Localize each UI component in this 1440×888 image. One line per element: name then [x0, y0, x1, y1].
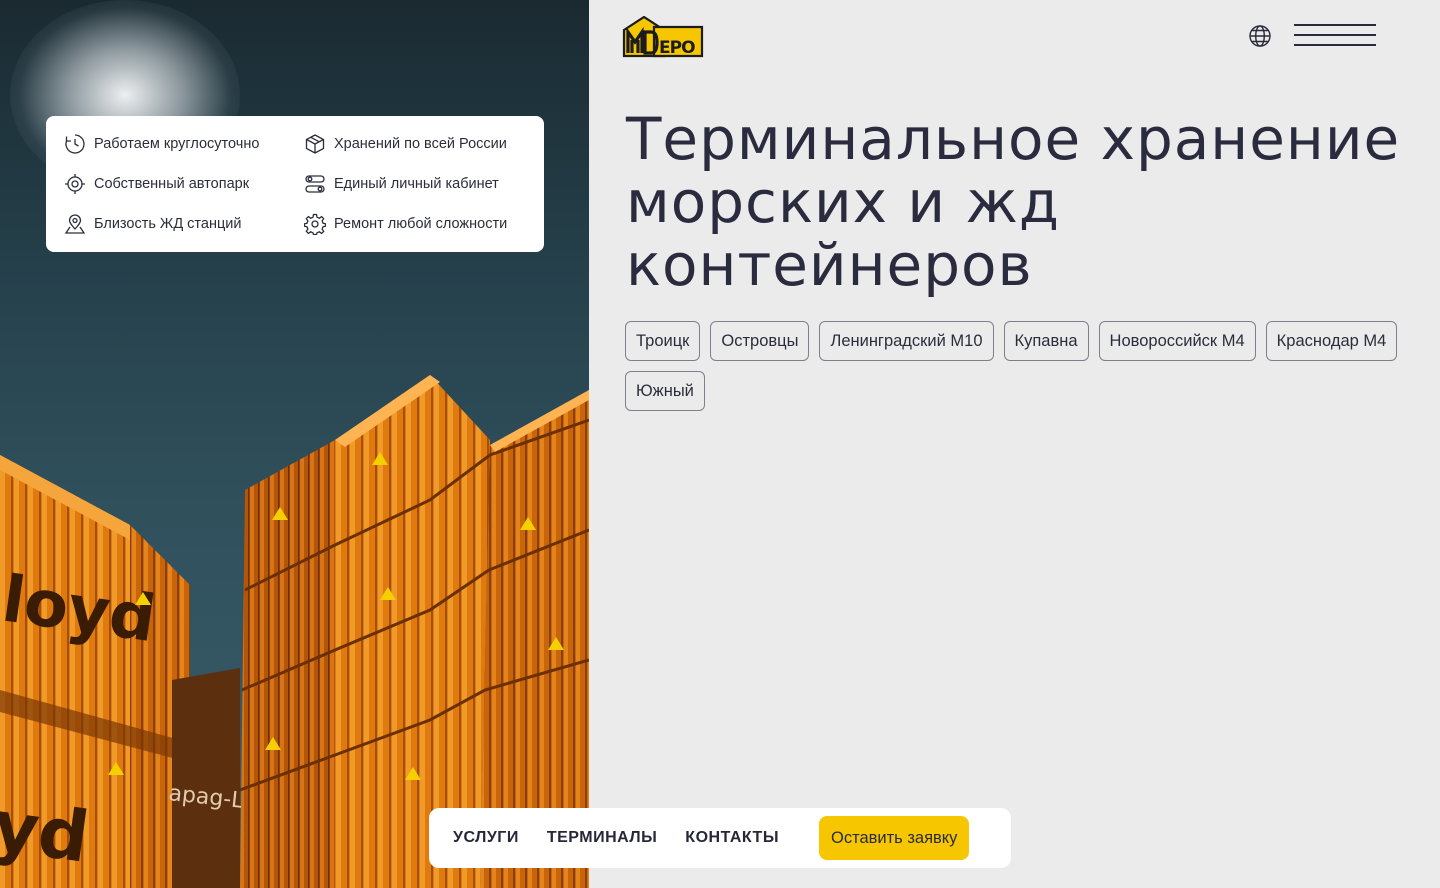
menu-line: [1294, 24, 1376, 26]
toggles-icon: [304, 173, 326, 195]
gear-icon: [304, 213, 326, 235]
feature-item: Близость ЖД станций: [64, 204, 304, 244]
globe-icon[interactable]: [1248, 24, 1272, 48]
nav-link-services[interactable]: УСЛУГИ: [453, 829, 519, 847]
svg-text:EPO: EPO: [659, 38, 695, 58]
feature-label: Работаем круглосуточно: [94, 136, 260, 152]
location-chip[interactable]: Новороссийск М4: [1098, 321, 1256, 361]
feature-item: Работаем круглосуточно: [64, 124, 304, 164]
nav-link-contacts[interactable]: КОНТАКТЫ: [685, 829, 779, 847]
target-icon: [64, 173, 86, 195]
location-chip[interactable]: Краснодар М4: [1265, 321, 1398, 361]
submit-request-button[interactable]: Оставить заявку: [818, 816, 970, 860]
box-icon: [304, 133, 326, 155]
map-pin-icon: [64, 213, 86, 235]
feature-item: Собственный автопарк: [64, 164, 304, 204]
hamburger-menu-icon[interactable]: [1292, 24, 1378, 48]
location-chip[interactable]: Купавна: [1003, 321, 1089, 361]
bottom-nav: УСЛУГИ ТЕРМИНАЛЫ КОНТАКТЫ Оставить заявк…: [429, 808, 1011, 868]
menu-line: [1294, 34, 1376, 36]
feature-item: Хранений по всей России: [304, 124, 544, 164]
feature-label: Хранений по всей России: [334, 136, 507, 152]
feature-label: Собственный автопарк: [94, 176, 250, 192]
location-chip[interactable]: Южный: [625, 371, 705, 411]
feature-label: Ремонт любой сложности: [334, 216, 508, 232]
feature-item: Единый личный кабинет: [304, 164, 544, 204]
menu-line: [1294, 44, 1376, 46]
location-chip[interactable]: Ленинградский М10: [819, 321, 994, 361]
site-logo[interactable]: EPO: [622, 15, 704, 58]
clock-icon: [64, 133, 86, 155]
svg-text:yd: yd: [0, 784, 94, 879]
feature-label: Единый личный кабинет: [334, 176, 499, 192]
nav-link-terminals[interactable]: ТЕРМИНАЛЫ: [547, 829, 657, 847]
page-title: Терминальное хранение морских и жд конте…: [626, 105, 1401, 299]
location-chips: Троицк Островцы Ленинградский М10 Купавн…: [625, 321, 1405, 411]
location-chip[interactable]: Троицк: [625, 321, 701, 361]
location-chip[interactable]: Островцы: [710, 321, 810, 361]
feature-label: Близость ЖД станций: [94, 216, 242, 232]
features-card: Работаем круглосуточно Хранений по всей …: [46, 116, 544, 252]
feature-item: Ремонт любой сложности: [304, 204, 544, 244]
